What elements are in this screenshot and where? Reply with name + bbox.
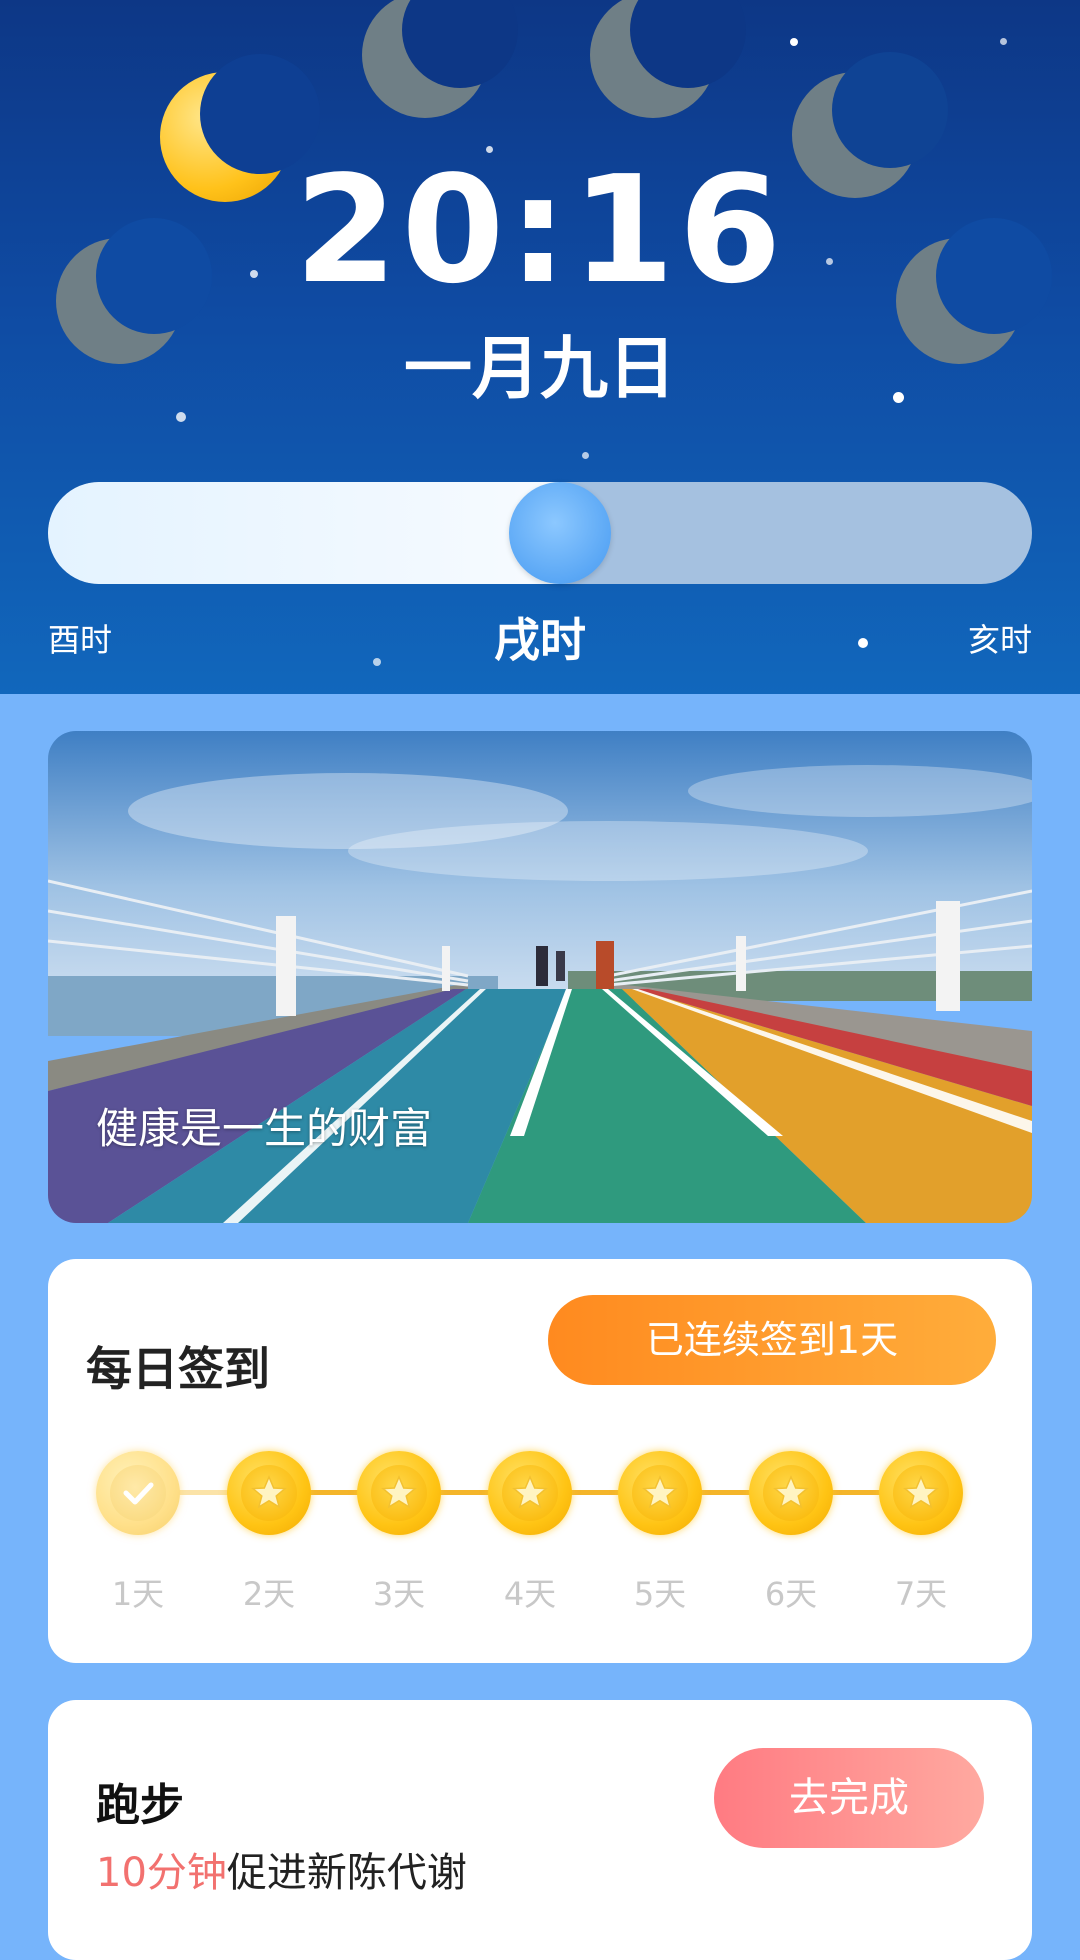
checkmark-icon [123, 1482, 154, 1505]
star-coin-icon[interactable] [618, 1451, 702, 1535]
star-coin-icon[interactable] [488, 1451, 572, 1535]
star-icon [251, 1475, 287, 1509]
star-decoration [176, 412, 186, 422]
night-header: 20:16 一月九日 酉时 戌时 亥时 [0, 0, 1080, 694]
task-benefit: 促进新陈代谢 [226, 1850, 467, 1896]
star-decoration [790, 38, 798, 46]
star-icon [381, 1475, 417, 1509]
current-date: 一月九日 [403, 330, 676, 409]
running-task-card: 跑步 10分钟促进新陈代谢 去完成 [48, 1700, 1032, 1960]
checkin-day-label: 6天 [764, 1575, 818, 1613]
task-description: 10分钟促进新陈代谢 [96, 1848, 467, 1898]
health-banner[interactable]: 健康是一生的财富 [48, 731, 1032, 1223]
checkin-day-label: 5天 [633, 1575, 687, 1613]
checkin-day-label: 1天 [111, 1575, 165, 1613]
current-time: 20:16 [294, 144, 786, 316]
star-coin-icon[interactable] [749, 1451, 833, 1535]
star-icon [512, 1475, 548, 1509]
star-decoration [1000, 38, 1007, 45]
star-icon [773, 1475, 809, 1509]
star-decoration [582, 452, 589, 459]
star-icon [903, 1475, 939, 1509]
checked-coin-icon[interactable] [96, 1451, 180, 1535]
checkin-day-label: 2天 [242, 1575, 296, 1613]
task-duration: 10分钟 [96, 1850, 227, 1896]
next-shichen-label: 亥时 [967, 621, 1032, 659]
checkin-day-label: 4天 [503, 1575, 557, 1613]
checkin-day-label: 3天 [372, 1575, 426, 1613]
checkin-title: 每日签到 [86, 1342, 270, 1396]
shichen-slider-knob[interactable] [509, 482, 611, 584]
shichen-slider-fill [48, 482, 560, 584]
star-coin-icon[interactable] [227, 1451, 311, 1535]
star-coin-icon[interactable] [879, 1451, 963, 1535]
star-icon [642, 1475, 678, 1509]
current-shichen-label: 戌时 [494, 613, 586, 667]
crescent-moon-icon [362, 0, 518, 118]
task-title: 跑步 [96, 1780, 184, 1831]
daily-checkin-card: 每日签到 已连续签到1天 1天 2天 3天 4天 5天 6天 7天 [48, 1259, 1032, 1663]
crescent-moon-icon [590, 0, 746, 118]
banner-caption: 健康是一生的财富 [96, 1104, 433, 1153]
star-coin-icon[interactable] [357, 1451, 441, 1535]
checkin-streak-button[interactable]: 已连续签到1天 [548, 1295, 996, 1385]
go-complete-button[interactable]: 去完成 [714, 1748, 984, 1848]
checkin-day-label: 7天 [894, 1575, 948, 1613]
